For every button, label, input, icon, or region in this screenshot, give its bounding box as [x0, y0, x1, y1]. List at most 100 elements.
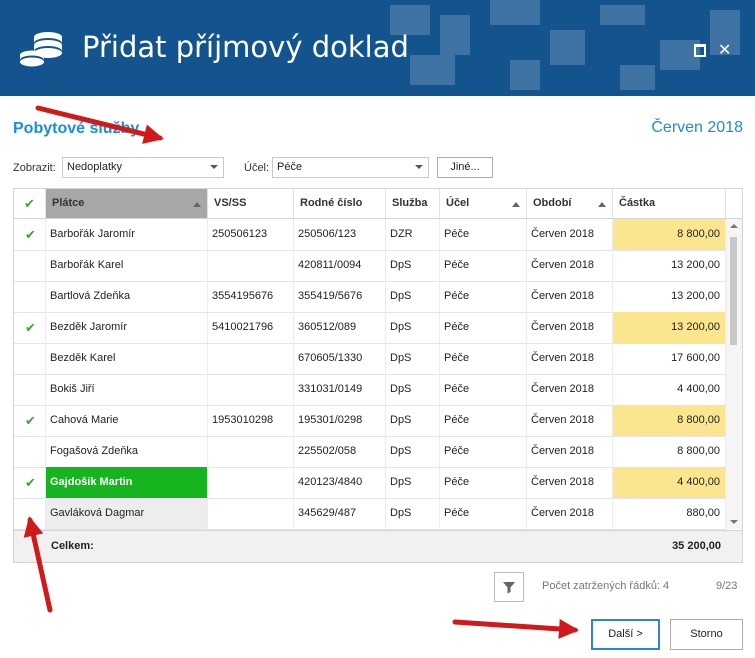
- table-row[interactable]: ✔ Bezděk Jaromír 5410021796 360512/089 DpS Pé…: [14, 312, 726, 344]
- cell-purpose: Péče: [440, 374, 527, 405]
- cell-service: DpS: [386, 312, 440, 343]
- cell-period: Červen 2018: [527, 374, 613, 405]
- cell-service: DZR: [386, 219, 440, 250]
- column-header-purpose[interactable]: Účel: [440, 189, 527, 218]
- cell-vs: 5410021796: [208, 312, 294, 343]
- check-icon: ✔: [25, 475, 36, 490]
- minimize-button[interactable]: [694, 44, 706, 57]
- cell-purpose: Péče: [440, 498, 527, 529]
- purpose-filter-label: Účel:: [244, 162, 270, 174]
- checked-rows-count: Počet zatržených řádků: 4: [542, 580, 670, 592]
- cell-amount: 4 400,00: [613, 467, 726, 498]
- chevron-down-icon: [210, 165, 218, 169]
- cell-service: DpS: [386, 436, 440, 467]
- filter-funnel-icon: [503, 582, 515, 594]
- cell-vs: [208, 498, 294, 529]
- cell-name: Fogašová Zdeňka: [46, 436, 208, 467]
- cell-amount: 17 600,00: [613, 343, 726, 374]
- row-checkbox[interactable]: [14, 250, 46, 281]
- column-header-amount[interactable]: Částka: [613, 189, 726, 218]
- table-row[interactable]: Bokiš Jiří 331031/0149 DpS Péče Červen 2018 4…: [14, 374, 726, 406]
- table-row[interactable]: Bezděk Karel 670605/1330 DpS Péče Červen 201…: [14, 343, 726, 375]
- row-checkbox[interactable]: [14, 498, 46, 529]
- cell-service: DpS: [386, 467, 440, 498]
- show-filter-select[interactable]: Nedoplatky: [62, 157, 224, 178]
- cell-name: Barbořák Jaromír: [46, 219, 208, 250]
- purpose-filter-select[interactable]: Péče: [272, 157, 429, 178]
- cell-period: Červen 2018: [527, 467, 613, 498]
- column-header-vs[interactable]: VS/SS: [208, 189, 294, 218]
- cell-service: DpS: [386, 405, 440, 436]
- total-row: Celkem: 35 200,00: [14, 530, 742, 562]
- column-header-service[interactable]: Služba: [386, 189, 440, 218]
- cell-rc: 670605/1330: [294, 343, 386, 374]
- column-header-label: Účel: [446, 197, 470, 209]
- cell-purpose: Péče: [440, 281, 527, 312]
- row-checkbox[interactable]: ✔: [14, 405, 46, 436]
- show-filter-value: Nedoplatky: [67, 161, 123, 173]
- filter-button[interactable]: [494, 572, 524, 602]
- table-row[interactable]: Bartlová Zdeňka 3554195676 355419/5676 DpS P…: [14, 281, 726, 313]
- table-row[interactable]: Fogašová Zdeňka 225502/058 DpS Péče Červen 2…: [14, 436, 726, 468]
- row-checkbox[interactable]: [14, 343, 46, 374]
- table-row[interactable]: ✔ Barbořák Jaromír 250506123 250506/123 DZR P…: [14, 219, 726, 251]
- cell-service: DpS: [386, 281, 440, 312]
- cell-purpose: Péče: [440, 219, 527, 250]
- cell-rc: 331031/0149: [294, 374, 386, 405]
- cell-rc: 345629/487: [294, 498, 386, 529]
- row-checkbox[interactable]: ✔: [14, 312, 46, 343]
- section-title: Pobytové služby: [13, 120, 140, 137]
- cell-rc: 250506/123: [294, 219, 386, 250]
- cell-rc: 195301/0298: [294, 405, 386, 436]
- cell-rc: 420811/0094: [294, 250, 386, 281]
- row-checkbox[interactable]: [14, 281, 46, 312]
- table-row[interactable]: ✔ Gajdošík Martin 420123/4840 DpS Péče Červen…: [14, 467, 726, 499]
- cell-vs: 3554195676: [208, 281, 294, 312]
- scroll-up-icon[interactable]: [730, 224, 738, 228]
- column-header-payer[interactable]: Plátce: [46, 189, 208, 218]
- total-label: Celkem:: [51, 540, 94, 552]
- other-button[interactable]: Jiné...: [437, 157, 493, 178]
- next-button[interactable]: Další >: [591, 619, 660, 650]
- cell-period: Červen 2018: [527, 343, 613, 374]
- cell-rc: 360512/089: [294, 312, 386, 343]
- table-row[interactable]: Gavláková Dagmar 345629/487 DpS Péče Červen …: [14, 498, 726, 530]
- row-checkbox[interactable]: [14, 374, 46, 405]
- sort-ascending-icon: [598, 202, 606, 207]
- row-checkbox[interactable]: ✔: [14, 219, 46, 250]
- cell-rc: 355419/5676: [294, 281, 386, 312]
- row-checkbox[interactable]: ✔: [14, 467, 46, 498]
- purpose-filter-value: Péče: [277, 161, 303, 173]
- cell-amount: 8 800,00: [613, 436, 726, 467]
- select-all-check-icon[interactable]: ✔: [14, 189, 46, 218]
- scrollbar-thumb[interactable]: [730, 237, 737, 345]
- cell-vs: [208, 374, 294, 405]
- cell-period: Červen 2018: [527, 498, 613, 529]
- sort-ascending-icon: [193, 202, 201, 207]
- table-row[interactable]: Barbořák Karel 420811/0094 DpS Péče Červen 2…: [14, 250, 726, 282]
- cell-purpose: Péče: [440, 467, 527, 498]
- row-checkbox[interactable]: [14, 436, 46, 467]
- column-header-period[interactable]: Období: [527, 189, 613, 218]
- show-filter-label: Zobrazit:: [13, 162, 56, 174]
- column-header-birth-number[interactable]: Rodné číslo: [294, 189, 386, 218]
- cancel-button[interactable]: Storno: [670, 619, 743, 650]
- cell-name: Gajdošík Martin: [46, 467, 208, 498]
- annotation-arrow-next: [452, 618, 579, 639]
- close-button[interactable]: ✕: [718, 40, 731, 60]
- chevron-down-icon: [415, 165, 423, 169]
- title-bar: Přidat příjmový doklad ✕: [0, 0, 755, 96]
- cell-period: Červen 2018: [527, 250, 613, 281]
- cell-period: Červen 2018: [527, 219, 613, 250]
- row-position: 9/23: [716, 580, 738, 592]
- cell-purpose: Péče: [440, 405, 527, 436]
- cell-name: Bartlová Zdeňka: [46, 281, 208, 312]
- column-header-label: Období: [533, 197, 572, 209]
- scroll-down-icon[interactable]: [730, 520, 738, 524]
- cell-service: DpS: [386, 498, 440, 529]
- cell-purpose: Péče: [440, 436, 527, 467]
- vertical-scrollbar[interactable]: [726, 219, 742, 529]
- table-row[interactable]: ✔ Cahová Marie 1953010298 195301/0298 DpS Péč…: [14, 405, 726, 437]
- cell-amount: 13 200,00: [613, 312, 726, 343]
- coins-icon: [20, 32, 62, 67]
